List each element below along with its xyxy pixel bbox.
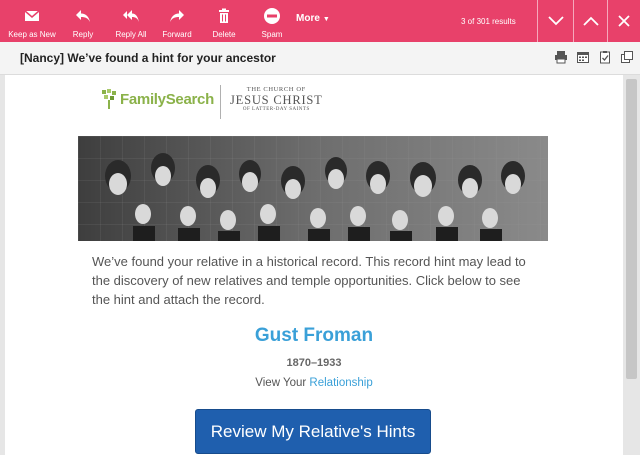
trash-icon xyxy=(219,8,229,23)
results-count: 3 of 301 results xyxy=(461,17,516,26)
ancestor-name-link[interactable]: Gust Froman xyxy=(0,325,628,347)
reply-all-button[interactable]: Reply All xyxy=(110,0,152,42)
familysearch-logo: FamilySearch xyxy=(100,88,214,110)
calendar-icon[interactable] xyxy=(576,50,590,64)
relationship-line: View Your Relationship xyxy=(0,377,628,389)
close-message-button[interactable] xyxy=(607,0,640,42)
vertical-scrollbar[interactable] xyxy=(623,75,640,455)
chevron-down-icon xyxy=(547,16,564,26)
delete-button[interactable]: Delete xyxy=(206,0,242,42)
familysearch-tree-icon xyxy=(102,89,116,109)
previous-message-button[interactable] xyxy=(573,0,607,42)
next-message-button[interactable] xyxy=(537,0,573,42)
envelope-icon xyxy=(24,10,40,21)
message-actions xyxy=(554,50,634,64)
popout-icon[interactable] xyxy=(620,50,634,64)
reply-all-icon xyxy=(123,10,139,22)
intro-paragraph: We’ve found your relative in a historica… xyxy=(92,254,526,307)
clipboard-icon[interactable] xyxy=(598,50,612,64)
view-your-text: View Your xyxy=(255,377,310,389)
close-icon xyxy=(618,15,630,27)
reply-button[interactable]: Reply xyxy=(64,0,102,42)
message-subject: [Nancy] We’ve found a hint for your ance… xyxy=(20,51,276,65)
spam-icon xyxy=(264,8,280,24)
keep-as-new-button[interactable]: Keep as New xyxy=(6,0,58,42)
spam-button[interactable]: Spam xyxy=(254,0,290,42)
forward-icon xyxy=(170,10,184,22)
review-hints-button[interactable]: Review My Relative's Hints xyxy=(195,409,431,454)
ancestor-lifespan: 1870–1933 xyxy=(286,357,342,369)
caret-down-icon: ▼ xyxy=(322,16,330,23)
mail-toolbar: Keep as New Reply Reply All Forward Dele… xyxy=(0,0,640,42)
message-header: [Nancy] We’ve found a hint for your ance… xyxy=(0,42,640,75)
logo-divider xyxy=(220,85,221,119)
reply-icon xyxy=(76,10,90,22)
print-icon[interactable] xyxy=(554,50,568,64)
forward-button[interactable]: Forward xyxy=(158,0,196,42)
historical-photo-banner xyxy=(78,136,548,241)
church-logo: THE CHURCH OF JESUS CHRIST OF LATTER-DAY… xyxy=(230,86,323,112)
chevron-up-icon xyxy=(582,16,599,26)
more-menu-button[interactable]: More ▼ xyxy=(296,13,330,24)
historical-photo-image xyxy=(78,136,548,241)
relationship-link[interactable]: Relationship xyxy=(309,377,372,389)
